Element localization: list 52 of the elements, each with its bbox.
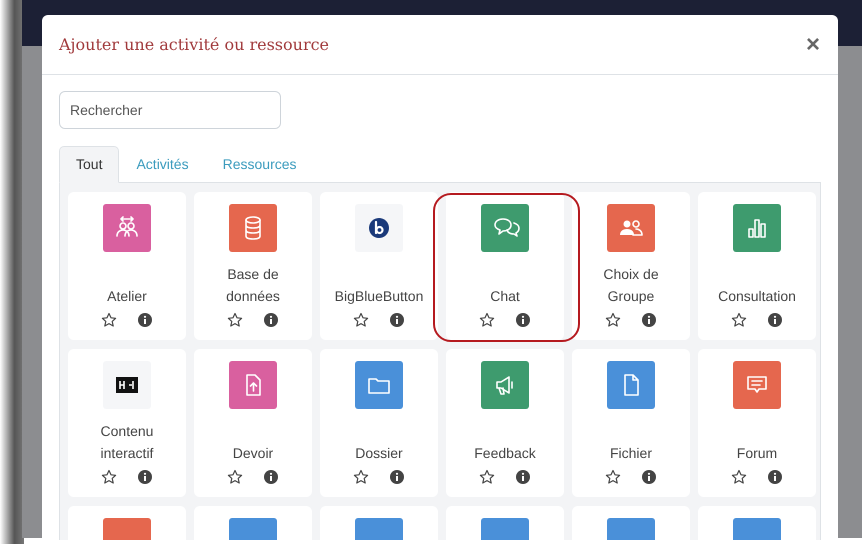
star-icon[interactable] xyxy=(227,469,243,485)
module-card[interactable]: Atelier xyxy=(68,192,186,340)
module-name: BigBlueButton xyxy=(334,287,424,306)
info-icon[interactable] xyxy=(263,469,279,485)
star-icon[interactable] xyxy=(605,469,621,485)
star-icon[interactable] xyxy=(479,469,495,485)
star-icon[interactable] xyxy=(353,312,369,328)
star-icon[interactable] xyxy=(479,312,495,328)
module-name: Devoir xyxy=(232,444,274,463)
info-icon[interactable] xyxy=(515,469,531,485)
module-card[interactable]: Devoir xyxy=(194,349,312,497)
module-name: Dossier xyxy=(355,444,403,463)
info-icon[interactable] xyxy=(641,469,657,485)
info-icon[interactable] xyxy=(767,469,783,485)
module-name: Atelier xyxy=(107,287,147,306)
search-field[interactable]: Rechercher xyxy=(59,91,281,129)
module-name: Forum xyxy=(736,444,778,463)
info-icon[interactable] xyxy=(641,312,657,328)
info-icon[interactable] xyxy=(515,312,531,328)
info-icon[interactable] xyxy=(389,469,405,485)
module-card[interactable]: Chat xyxy=(446,192,564,340)
module-name: Fichier xyxy=(610,444,652,463)
star-icon[interactable] xyxy=(731,312,747,328)
module-card[interactable]: Consultation xyxy=(698,192,816,340)
info-icon[interactable] xyxy=(767,312,783,328)
info-icon[interactable] xyxy=(137,469,153,485)
star-icon[interactable] xyxy=(731,469,747,485)
module-name: Contenu interactif xyxy=(100,422,154,463)
module-card[interactable]: BigBlueButton xyxy=(320,192,438,340)
module-card[interactable]: Fichier xyxy=(572,349,690,497)
close-button[interactable]: × xyxy=(804,32,822,56)
info-icon[interactable] xyxy=(263,312,279,328)
module-card[interactable]: Choix de Groupe xyxy=(572,192,690,340)
star-icon[interactable] xyxy=(227,312,243,328)
module-card[interactable]: Feedback xyxy=(446,349,564,497)
module-card[interactable]: Contenu interactif xyxy=(68,349,186,497)
module-card[interactable]: Base de données xyxy=(194,192,312,340)
module-name: Feedback xyxy=(474,444,536,463)
module-name: Consultation xyxy=(718,287,796,306)
star-icon[interactable] xyxy=(101,312,117,328)
module-card[interactable]: Forum xyxy=(698,349,816,497)
star-icon[interactable] xyxy=(101,469,117,485)
info-icon[interactable] xyxy=(389,312,405,328)
module-name: Base de données xyxy=(225,265,281,306)
module-name: Chat xyxy=(490,287,520,306)
star-icon[interactable] xyxy=(353,469,369,485)
star-icon[interactable] xyxy=(605,312,621,328)
tab[interactable]: Tout xyxy=(59,146,120,183)
module-name: Choix de Groupe xyxy=(602,265,660,306)
info-icon[interactable] xyxy=(137,312,153,328)
dialog-title: Ajouter une activité ou ressource xyxy=(59,35,330,54)
module-card[interactable]: Dossier xyxy=(320,349,438,497)
